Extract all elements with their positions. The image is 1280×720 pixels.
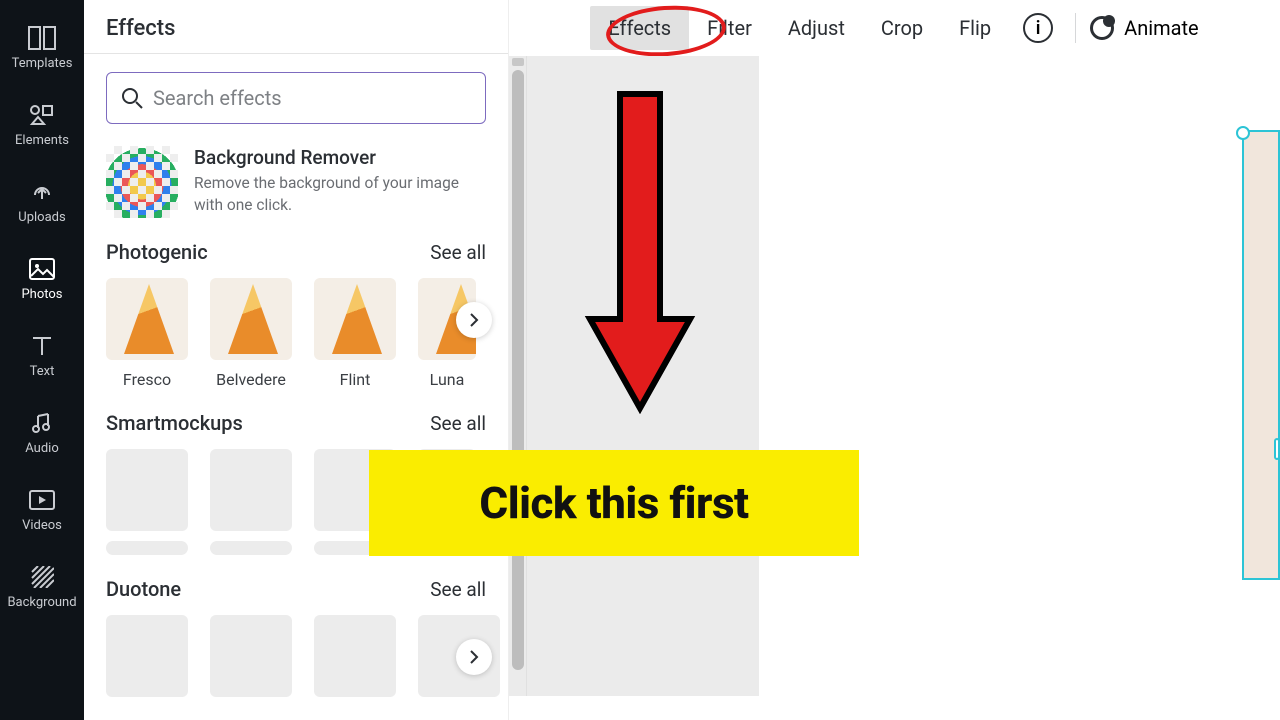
scrollbar-thumb[interactable] [512, 70, 524, 670]
info-icon[interactable]: i [1023, 13, 1053, 43]
photos-icon [28, 255, 56, 283]
toolbar-filter[interactable]: Filter [689, 6, 770, 50]
photogenic-row: Fresco Belvedere Flint Luna [106, 278, 486, 389]
duotone-row [106, 615, 486, 697]
effect-card-belvedere[interactable]: Belvedere [210, 278, 292, 389]
bg-remover-card[interactable]: Background Remover Remove the background… [106, 146, 486, 218]
rail-videos[interactable]: Videos [0, 476, 84, 547]
rail-text[interactable]: Text [0, 322, 84, 393]
toolbar-animate[interactable]: Animate [1090, 16, 1199, 40]
audio-icon [28, 409, 56, 437]
selection-handle[interactable] [1236, 126, 1250, 140]
rail-label: Photos [21, 287, 62, 302]
effect-card-loading [106, 615, 188, 697]
effect-thumb [314, 278, 396, 360]
chevron-right-icon [468, 650, 480, 664]
rail-label: Audio [25, 441, 58, 456]
effect-caption: Luna [430, 370, 465, 389]
animate-label: Animate [1124, 16, 1199, 40]
rail-label: Text [30, 364, 55, 379]
section-title: Photogenic [106, 240, 208, 264]
rail-elements[interactable]: Elements [0, 91, 84, 162]
bg-remover-desc: Remove the background of your image with… [194, 173, 474, 216]
effect-card-flint[interactable]: Flint [314, 278, 396, 389]
section-duotone: Duotone See all [106, 577, 486, 697]
animate-icon [1090, 16, 1114, 40]
chevron-right-icon [468, 313, 480, 327]
effect-caption: Belvedere [216, 370, 286, 389]
effect-card-loading [106, 449, 188, 555]
carousel-next-button[interactable] [456, 639, 492, 675]
toolbar-adjust[interactable]: Adjust [770, 6, 863, 50]
rail-label: Background [7, 595, 76, 610]
text-icon [28, 332, 56, 360]
see-all-link[interactable]: See all [430, 412, 486, 435]
panel-title: Effects [84, 0, 508, 54]
toolbar-separator [1075, 13, 1076, 43]
image-toolbar: Effects Filter Adjust Crop Flip i Animat… [509, 0, 1280, 56]
canvas-stage: Effects Filter Adjust Crop Flip i Animat… [509, 0, 1280, 720]
uploads-icon [28, 178, 56, 206]
section-title: Duotone [106, 577, 181, 601]
section-title: Smartmockups [106, 411, 243, 435]
rail-label: Uploads [18, 210, 65, 225]
effect-card-loading [210, 615, 292, 697]
videos-icon [28, 486, 56, 514]
toolbar-flip[interactable]: Flip [941, 6, 1009, 50]
elements-icon [28, 101, 56, 129]
search-input[interactable] [153, 86, 471, 110]
canvas-gray-area [527, 56, 759, 696]
rail-background[interactable]: Background [0, 553, 84, 624]
rail-label: Videos [22, 518, 62, 533]
bg-remover-title: Background Remover [194, 146, 474, 169]
search-input-wrap[interactable] [106, 72, 486, 124]
templates-icon [28, 24, 56, 52]
effect-card-fresco[interactable]: Fresco [106, 278, 188, 389]
see-all-link[interactable]: See all [430, 578, 486, 601]
effect-thumb [210, 278, 292, 360]
effect-card-loading [314, 615, 396, 697]
effect-caption: Fresco [123, 370, 171, 389]
section-photogenic: Photogenic See all Fresco Belvedere Flin… [106, 240, 486, 389]
background-icon [28, 563, 56, 591]
rail-templates[interactable]: Templates [0, 14, 84, 85]
rail-uploads[interactable]: Uploads [0, 168, 84, 239]
effect-caption: Flint [340, 370, 371, 389]
see-all-link[interactable]: See all [430, 241, 486, 264]
bg-remover-text: Background Remover Remove the background… [194, 146, 474, 218]
toolbar-effects-wrap: Effects [590, 6, 689, 50]
selected-image[interactable] [1242, 130, 1280, 580]
rail-label: Elements [15, 133, 69, 148]
effect-card-loading [210, 449, 292, 555]
panel-body: Background Remover Remove the background… [84, 54, 508, 697]
bg-remover-thumb [106, 146, 178, 218]
toolbar-effects[interactable]: Effects [590, 6, 689, 50]
left-rail: Templates Elements Uploads Photos Text A… [0, 0, 84, 720]
selection-side-handle[interactable] [1274, 438, 1280, 460]
effects-panel: Effects Background Remover Remove the ba… [84, 0, 509, 720]
rail-label: Templates [12, 56, 73, 71]
rail-audio[interactable]: Audio [0, 399, 84, 470]
rail-photos[interactable]: Photos [0, 245, 84, 316]
toolbar-crop[interactable]: Crop [863, 6, 941, 50]
effect-thumb [106, 278, 188, 360]
search-icon [121, 87, 143, 109]
panel-scrollbar[interactable] [509, 56, 527, 696]
carousel-next-button[interactable] [456, 302, 492, 338]
annotation-callout: Click this first [369, 450, 859, 556]
